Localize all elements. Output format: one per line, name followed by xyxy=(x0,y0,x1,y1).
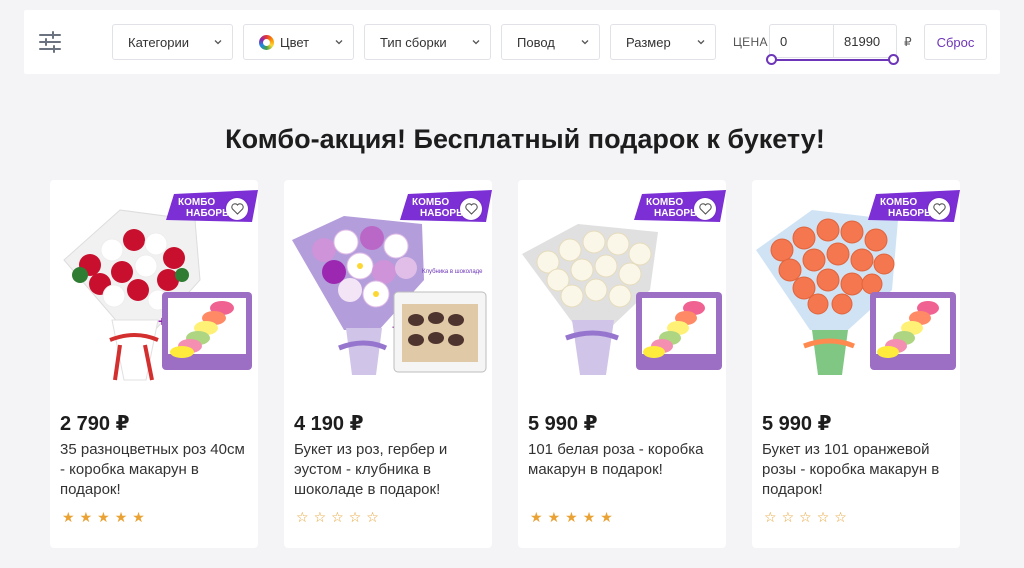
filter-assembly-type-label: Тип сборки xyxy=(380,34,447,50)
filter-size-dropdown[interactable]: Размер xyxy=(610,24,716,60)
star-empty-icon[interactable]: ☆ xyxy=(331,510,344,524)
product-card[interactable]: Клубника в шоколаде + КОМБО НАБОРЫ 4 190… xyxy=(284,180,492,548)
sliders-icon[interactable] xyxy=(38,30,62,54)
star-filled-icon[interactable]: ★ xyxy=(530,510,543,524)
rating-stars: ★ ★ ★ ★ ★ xyxy=(530,510,613,524)
heart-icon[interactable] xyxy=(226,198,248,220)
star-empty-icon[interactable]: ☆ xyxy=(296,510,309,524)
star-filled-icon[interactable]: ★ xyxy=(548,510,561,524)
star-filled-icon[interactable]: ★ xyxy=(583,510,596,524)
star-empty-icon[interactable]: ☆ xyxy=(817,510,830,524)
price-from-input[interactable]: 0 xyxy=(769,24,833,58)
product-card[interactable]: + КОМБО НАБОРЫ 5 990 ₽ 101 белая роза - … xyxy=(518,180,726,548)
price-label: ЦЕНА xyxy=(733,35,768,49)
star-filled-icon[interactable]: ★ xyxy=(565,510,578,524)
product-title[interactable]: Букет из 101 оранжевой розы - коробка ма… xyxy=(762,440,954,500)
filter-color-label: Цвет xyxy=(280,34,310,50)
chevron-down-icon xyxy=(472,40,480,45)
svg-text:КОМБО: КОМБО xyxy=(178,197,215,208)
star-filled-icon[interactable]: ★ xyxy=(600,510,613,524)
product-card[interactable]: + КОМБО НАБОРЫ 2 790 ₽ 35 разноцветных р… xyxy=(50,180,258,548)
rating-stars: ☆ ☆ ☆ ☆ ☆ xyxy=(296,510,379,524)
color-wheel-icon xyxy=(259,34,274,50)
filter-size-label: Размер xyxy=(626,34,671,50)
svg-text:КОМБО: КОМБО xyxy=(880,197,917,208)
price-slider-max-handle[interactable] xyxy=(888,54,899,65)
chevron-down-icon xyxy=(697,40,705,45)
product-price: 4 190 ₽ xyxy=(294,413,364,435)
price-to-input[interactable]: 81990 xyxy=(833,24,897,58)
filter-assembly-type-dropdown[interactable]: Тип сборки xyxy=(364,24,491,60)
filter-bar: Категории Цвет Тип сборки Повод Размер Ц… xyxy=(24,10,1000,74)
price-slider-track[interactable] xyxy=(771,59,894,61)
chevron-down-icon xyxy=(335,40,343,45)
reset-button[interactable]: Сброс xyxy=(924,24,987,60)
star-filled-icon[interactable]: ★ xyxy=(62,510,75,524)
currency-symbol: ₽ xyxy=(904,35,912,49)
filter-occasion-label: Повод xyxy=(517,34,555,50)
product-card[interactable]: + КОМБО НАБОРЫ 5 990 ₽ Букет из 101 оран… xyxy=(752,180,960,548)
filter-color-dropdown[interactable]: Цвет xyxy=(243,24,354,60)
heart-icon[interactable] xyxy=(928,198,950,220)
product-price: 5 990 ₽ xyxy=(528,413,598,435)
chevron-down-icon xyxy=(214,40,222,45)
star-filled-icon[interactable]: ★ xyxy=(97,510,110,524)
product-price: 2 790 ₽ xyxy=(60,413,130,435)
star-filled-icon[interactable]: ★ xyxy=(115,510,128,524)
product-price: 5 990 ₽ xyxy=(762,413,832,435)
svg-text:КОМБО: КОМБО xyxy=(646,197,683,208)
star-empty-icon[interactable]: ☆ xyxy=(782,510,795,524)
chevron-down-icon xyxy=(581,40,589,45)
rating-stars: ★ ★ ★ ★ ★ xyxy=(62,510,145,524)
star-empty-icon[interactable]: ☆ xyxy=(349,510,362,524)
gift-caption: Клубника в шоколаде xyxy=(422,269,483,275)
star-empty-icon[interactable]: ☆ xyxy=(834,510,847,524)
filter-categories-dropdown[interactable]: Категории xyxy=(112,24,233,60)
filter-occasion-dropdown[interactable]: Повод xyxy=(501,24,600,60)
product-title[interactable]: 35 разноцветных роз 40см - коробка макар… xyxy=(60,440,252,500)
svg-text:КОМБО: КОМБО xyxy=(412,197,449,208)
star-empty-icon[interactable]: ☆ xyxy=(366,510,379,524)
star-empty-icon[interactable]: ☆ xyxy=(799,510,812,524)
heart-icon[interactable] xyxy=(460,198,482,220)
rating-stars: ☆ ☆ ☆ ☆ ☆ xyxy=(764,510,847,524)
heart-icon[interactable] xyxy=(694,198,716,220)
star-filled-icon[interactable]: ★ xyxy=(132,510,145,524)
star-filled-icon[interactable]: ★ xyxy=(80,510,93,524)
price-slider-min-handle[interactable] xyxy=(766,54,777,65)
star-empty-icon[interactable]: ☆ xyxy=(764,510,777,524)
filter-categories-label: Категории xyxy=(128,34,189,50)
product-title[interactable]: 101 белая роза - коробка макарун в подар… xyxy=(528,440,720,480)
star-empty-icon[interactable]: ☆ xyxy=(314,510,327,524)
section-title: Комбо-акция! Бесплатный подарок к букету… xyxy=(225,124,825,154)
product-title[interactable]: Букет из роз, гербер и эустом - клубника… xyxy=(294,440,486,500)
